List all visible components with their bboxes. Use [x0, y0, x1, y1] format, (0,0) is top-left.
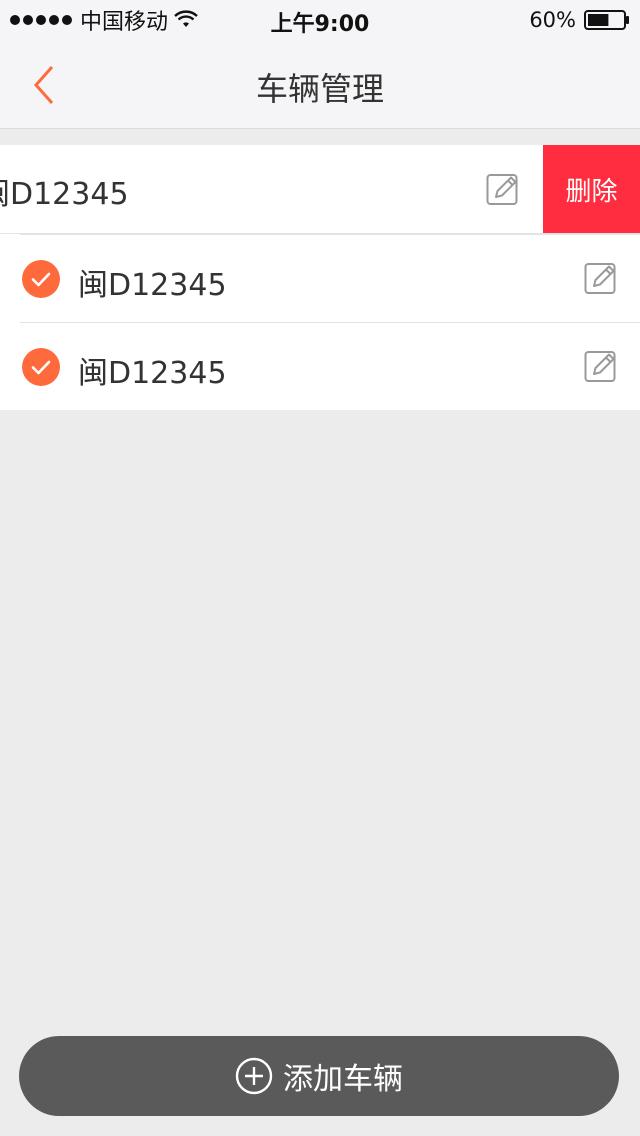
status-bar: 中国移动 上午9:00 60%: [0, 0, 640, 40]
screen: 中国移动 上午9:00 60% 车辆管理 闽D123: [0, 0, 640, 1136]
vehicle-row[interactable]: 闽D12345: [0, 322, 640, 410]
battery-percent: 60%: [529, 8, 576, 32]
nav-bar: 车辆管理: [0, 40, 640, 129]
status-right: 60%: [529, 6, 630, 34]
plate-number: 闽D12345: [78, 356, 227, 391]
edit-icon[interactable]: [584, 349, 618, 383]
check-circle-icon[interactable]: [22, 348, 60, 386]
plus-circle-icon: [235, 1057, 273, 1095]
vehicle-list: 闽D12345 删除 闽D12345: [0, 145, 640, 410]
add-vehicle-button[interactable]: 添加车辆: [19, 1036, 619, 1116]
vehicle-row[interactable]: 闽D12345: [0, 234, 640, 322]
battery-icon: [584, 10, 629, 30]
plate-number: 闽D12345: [78, 268, 227, 303]
delete-button[interactable]: 删除: [543, 145, 640, 233]
vehicle-row-content[interactable]: 闽D12345: [0, 145, 543, 233]
add-vehicle-label: 添加车辆: [283, 1062, 403, 1097]
plate-number: 闽D12345: [0, 177, 129, 212]
vehicle-row-swiped[interactable]: 闽D12345 删除: [0, 145, 640, 234]
edit-icon[interactable]: [486, 172, 520, 206]
check-circle-icon[interactable]: [22, 260, 60, 298]
edit-icon[interactable]: [584, 261, 618, 295]
page-title: 车辆管理: [255, 70, 384, 108]
